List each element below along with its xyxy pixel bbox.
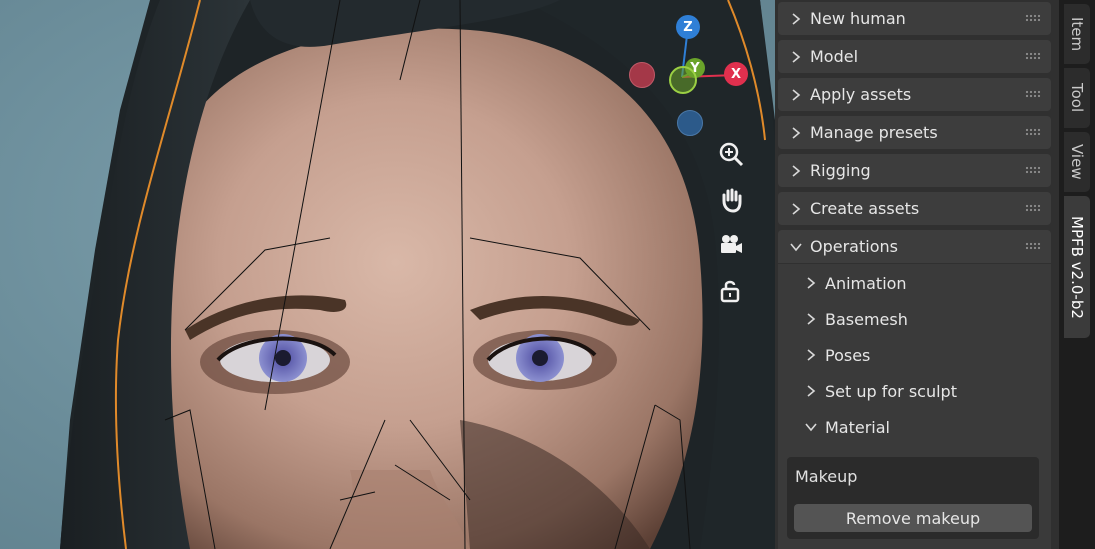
zoom-button[interactable] <box>716 139 746 169</box>
tab-label: MPFB v2.0-b2 <box>1068 215 1086 319</box>
lock-icon <box>720 280 740 303</box>
tab-label: View <box>1068 144 1086 180</box>
section-label: Create assets <box>810 199 920 218</box>
makeup-box: Makeup Remove makeup <box>787 457 1039 539</box>
subsection-set-up-for-sculpt[interactable]: Set up for sculpt <box>805 376 957 406</box>
tab-tool[interactable]: Tool <box>1064 68 1090 128</box>
section-label: New human <box>810 9 906 28</box>
section-rigging[interactable]: Rigging <box>778 154 1051 187</box>
tab-label: Item <box>1068 16 1086 52</box>
subsection-label: Material <box>825 417 890 437</box>
drag-grip-icon[interactable] <box>1025 14 1041 22</box>
makeup-title: Makeup <box>795 467 858 486</box>
tab-label: Tool <box>1068 83 1086 113</box>
section-apply-assets[interactable]: Apply assets <box>778 78 1051 111</box>
gizmo-neg-z-ball[interactable] <box>677 110 703 136</box>
gizmo-neg-x-ball[interactable] <box>629 62 655 88</box>
chevron-down-icon <box>805 423 817 432</box>
section-label: Apply assets <box>810 85 912 104</box>
3d-viewport[interactable]: Y Z X <box>0 0 775 549</box>
section-label: Manage presets <box>810 123 938 142</box>
gizmo-neg-y-ball[interactable] <box>669 66 697 94</box>
subsection-material[interactable]: Material <box>805 412 890 442</box>
chevron-right-icon <box>792 12 801 25</box>
subsection-label: Set up for sculpt <box>825 381 957 401</box>
chevron-right-icon <box>807 277 816 289</box>
section-label: Model <box>810 47 859 66</box>
gizmo-z-label: Z <box>683 19 693 35</box>
gizmo-z-axis[interactable]: Z <box>676 15 700 39</box>
tab-item[interactable]: Item <box>1064 4 1090 64</box>
section-manage-presets[interactable]: Manage presets <box>778 116 1051 149</box>
section-model[interactable]: Model <box>778 40 1051 73</box>
chevron-right-icon <box>792 88 801 101</box>
subsection-label: Basemesh <box>825 309 908 329</box>
section-new-human[interactable]: New human <box>778 2 1051 35</box>
subsection-animation[interactable]: Animation <box>805 268 907 298</box>
drag-grip-icon[interactable] <box>1025 204 1041 212</box>
chevron-down-icon <box>790 242 802 251</box>
chevron-right-icon <box>807 313 816 325</box>
sidebar-tab-strip: Item Tool View MPFB v2.0-b2 <box>1059 0 1095 549</box>
subsection-label: Poses <box>825 345 871 365</box>
drag-grip-icon[interactable] <box>1025 166 1041 174</box>
remove-makeup-button[interactable]: Remove makeup <box>794 504 1032 532</box>
gizmo-x-axis[interactable]: X <box>724 62 748 86</box>
subsection-poses[interactable]: Poses <box>805 340 870 370</box>
chevron-right-icon <box>792 202 801 215</box>
chevron-right-icon <box>792 50 801 63</box>
gizmo-x-label: X <box>730 66 742 82</box>
camera-view-button[interactable] <box>716 230 746 260</box>
tab-mpfb[interactable]: MPFB v2.0-b2 <box>1064 196 1090 338</box>
chevron-right-icon <box>792 164 801 177</box>
mpfb-sidebar-panel: New human Model Apply assets Manage pres… <box>775 0 1059 549</box>
drag-grip-icon[interactable] <box>1025 52 1041 60</box>
section-label: Rigging <box>810 161 871 180</box>
section-operations[interactable]: Operations <box>778 230 1051 263</box>
section-create-assets[interactable]: Create assets <box>778 192 1051 225</box>
drag-grip-icon[interactable] <box>1025 128 1041 136</box>
zoom-icon <box>719 142 744 167</box>
chevron-right-icon <box>807 349 816 361</box>
pan-button[interactable] <box>716 185 746 215</box>
drag-grip-icon[interactable] <box>1025 242 1041 250</box>
camera-icon <box>721 235 742 253</box>
lock-camera-button[interactable] <box>716 276 746 306</box>
section-label: Operations <box>810 237 898 256</box>
subsection-basemesh[interactable]: Basemesh <box>805 304 908 334</box>
subsection-label: Animation <box>825 273 907 293</box>
pan-hand-icon <box>722 188 742 213</box>
chevron-right-icon <box>807 385 816 397</box>
tab-view[interactable]: View <box>1064 132 1090 192</box>
drag-grip-icon[interactable] <box>1025 90 1041 98</box>
chevron-right-icon <box>792 126 801 139</box>
